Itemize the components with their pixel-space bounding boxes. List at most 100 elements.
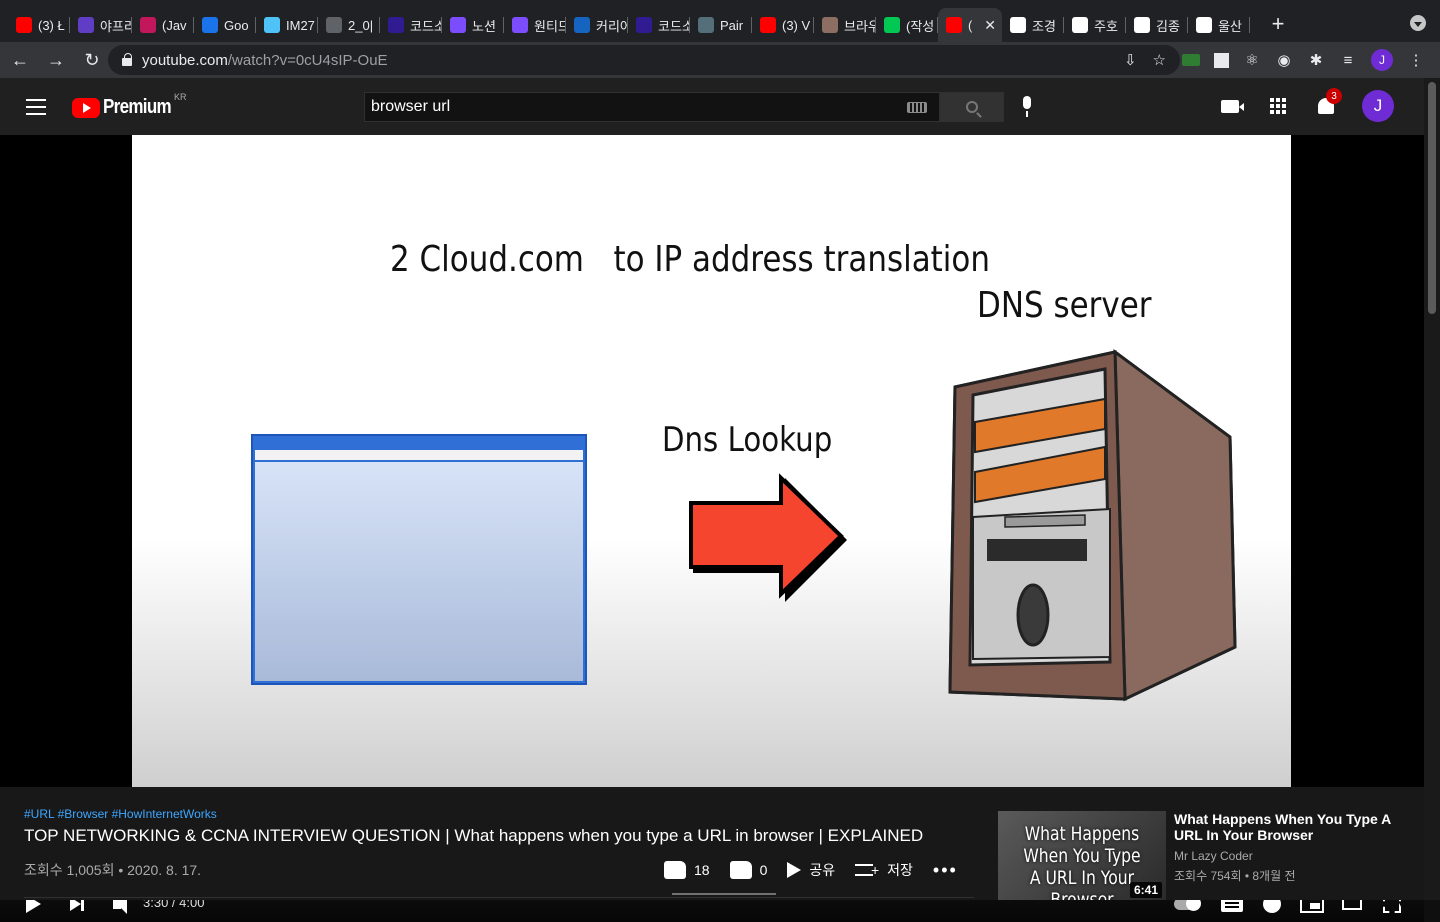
browser-tab[interactable]: 야프리: [70, 8, 132, 42]
youtube-icon: [16, 17, 32, 33]
browser-tab[interactable]: 코드소: [628, 8, 690, 42]
url-host: youtube.com: [142, 51, 228, 69]
microphone-icon[interactable]: [1020, 96, 1034, 118]
browser-toolbar: ← → ↻ youtube.com/watch?v=0cU4sIP-OuE ⇩ …: [0, 42, 1440, 78]
like-button[interactable]: 18: [664, 861, 710, 879]
tab-title: 원티드: [534, 18, 566, 34]
dislike-button[interactable]: 0: [729, 861, 768, 879]
search-input[interactable]: browser url: [364, 92, 940, 122]
tab-title: 김종: [1156, 18, 1180, 34]
recommended-channel-name[interactable]: Mr Lazy Coder: [1174, 849, 1253, 863]
video-player[interactable]: 2 Cloud.com to IP address translation DN…: [0, 135, 1424, 922]
browser-tab[interactable]: (3) Ł: [8, 8, 70, 42]
image-icon: [822, 17, 838, 33]
browser-tab[interactable]: IM27: [256, 8, 318, 42]
video-duration: 6:41: [1129, 882, 1162, 898]
account-avatar[interactable]: J: [1362, 90, 1394, 122]
url-path: /watch?v=0cU4sIP-OuE: [227, 51, 388, 69]
create-video-icon[interactable]: [1218, 94, 1244, 118]
browser-tab[interactable]: 조경: [1002, 8, 1064, 42]
wanted-icon: [512, 17, 528, 33]
region-code: KR: [174, 92, 187, 102]
browser-profile-avatar[interactable]: J: [1371, 49, 1393, 71]
tab-title: 브라우: [844, 18, 876, 34]
browser-tab[interactable]: 커리어: [566, 8, 628, 42]
browser-tab[interactable]: 원티드: [504, 8, 566, 42]
browser-tab[interactable]: (작성: [876, 8, 938, 42]
keyboard-icon[interactable]: [907, 102, 927, 113]
save-label: 저장: [887, 862, 913, 878]
tab-title: 커리어: [596, 18, 628, 34]
save-button[interactable]: 저장: [855, 860, 913, 880]
browser-tab[interactable]: Pair: [690, 8, 752, 42]
browser-tab[interactable]: (✕: [938, 8, 1002, 42]
browser-tab[interactable]: 김종: [1126, 8, 1188, 42]
notion-icon: [450, 17, 466, 33]
tab-title: 주호: [1094, 18, 1118, 34]
recommended-video-title[interactable]: What Happens When You Type A URL In Your…: [1174, 811, 1394, 843]
menu-icon[interactable]: [26, 99, 46, 115]
tab-title: (: [968, 17, 973, 33]
browser-viewport-illustration: [255, 462, 583, 681]
video-frame[interactable]: 2 Cloud.com to IP address translation DN…: [132, 135, 1291, 787]
react-extension-icon[interactable]: ⚛: [1243, 51, 1261, 69]
recommended-video-meta: 조회수 754회 • 8개월 전: [1174, 869, 1296, 883]
tab-search-icon[interactable]: [1410, 15, 1426, 31]
tab-title: 2_0|: [348, 17, 374, 33]
flag-extension-icon[interactable]: [1182, 54, 1200, 66]
forward-button[interactable]: →: [40, 44, 72, 76]
page-scrollbar[interactable]: [1424, 78, 1440, 900]
new-tab-button[interactable]: +: [1260, 9, 1296, 39]
code-icon: [636, 17, 652, 33]
address-bar[interactable]: youtube.com/watch?v=0cU4sIP-OuE ⇩ ☆: [108, 45, 1180, 75]
browser-tab[interactable]: (3) V: [752, 8, 814, 42]
browser-tab[interactable]: (Jav: [132, 8, 194, 42]
share-label: 공유: [809, 862, 836, 878]
video-actions: 18 0 공유 저장 •••: [664, 860, 978, 880]
tab-title: Goo: [224, 17, 249, 33]
browser-tab[interactable]: 울산: [1188, 8, 1250, 42]
arrow-right-icon: [689, 473, 847, 602]
thumb-down-icon: [729, 861, 752, 879]
app-icon: [78, 17, 94, 33]
browser-tab[interactable]: 2_0|: [318, 8, 380, 42]
search-icon: [966, 101, 978, 113]
tab-title: 코드소: [658, 18, 690, 34]
apps-grid-icon[interactable]: [1266, 94, 1290, 118]
dislike-count: 0: [759, 862, 768, 878]
recommended-video-thumbnail[interactable]: What Happens When You Type A URL In Your…: [998, 811, 1166, 900]
youtube-icon: [760, 17, 776, 33]
video-title: TOP NETWORKING & CCNA INTERVIEW QUESTION…: [24, 826, 924, 845]
browser-window-illustration: [251, 434, 587, 685]
logo-text: Premium: [103, 96, 172, 118]
youtube-logo[interactable]: Premium: [72, 96, 183, 119]
browser-menu-icon[interactable]: ⋮: [1407, 51, 1425, 69]
more-actions-button[interactable]: •••: [933, 861, 958, 879]
install-icon[interactable]: ⇩: [1124, 51, 1137, 69]
browser-tab[interactable]: 브라우: [814, 8, 876, 42]
search-query: browser url: [371, 98, 451, 115]
browser-tab[interactable]: 노션: [442, 8, 504, 42]
browser-tab[interactable]: Goo: [194, 8, 256, 42]
browser-tab[interactable]: 주호: [1064, 8, 1126, 42]
scrollbar-thumb[interactable]: [1428, 82, 1436, 314]
notification-count-badge: 3: [1326, 88, 1342, 104]
browser-tab[interactable]: 코드소: [380, 8, 442, 42]
bookmark-star-icon[interactable]: ☆: [1153, 51, 1166, 69]
notifications-bell-icon[interactable]: 3: [1314, 88, 1342, 118]
puzzle-extensions-icon[interactable]: ✱: [1307, 51, 1325, 69]
hashtags[interactable]: #URL #Browser #HowInternetWorks: [24, 807, 217, 821]
search-button[interactable]: [940, 92, 1004, 122]
share-button[interactable]: 공유: [787, 860, 835, 880]
reload-button[interactable]: ↻: [76, 44, 108, 76]
note-extension-icon[interactable]: [1214, 52, 1229, 68]
close-tab-icon[interactable]: ✕: [984, 17, 996, 34]
record-extension-icon[interactable]: ◉: [1275, 51, 1293, 69]
browser-address-illustration: [255, 450, 583, 460]
tab-title: 울산: [1218, 18, 1242, 34]
back-button[interactable]: ←: [4, 44, 36, 76]
v-icon: [884, 17, 900, 33]
tab-title: IM27: [286, 17, 315, 33]
reading-list-icon[interactable]: ≡: [1339, 51, 1357, 69]
wiki-icon: [1010, 17, 1026, 33]
